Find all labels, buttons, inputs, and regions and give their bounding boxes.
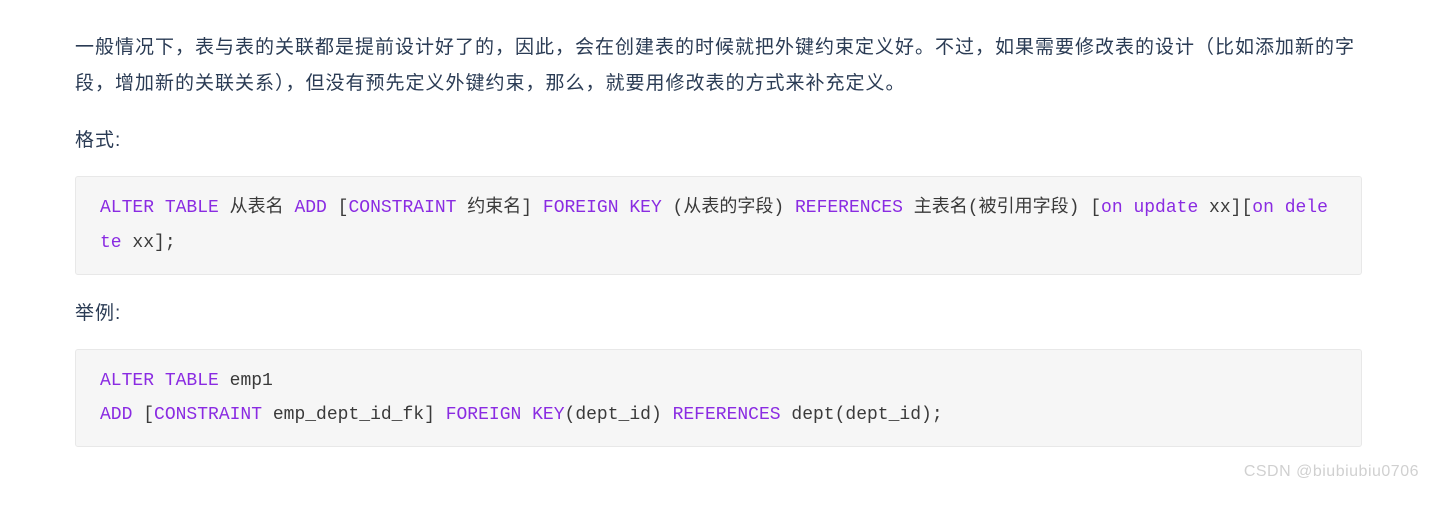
example-label: 举例:: [75, 297, 1362, 331]
format-label: 格式:: [75, 124, 1362, 158]
watermark-text: CSDN @biubiubiu0706: [1244, 463, 1419, 481]
intro-paragraph: 一般情况下，表与表的关联都是提前设计好了的，因此，会在创建表的时候就把外键约束定…: [75, 30, 1362, 102]
code-block-example: ALTER TABLE emp1 ADD [CONSTRAINT emp_dep…: [75, 349, 1362, 447]
code-block-format: ALTER TABLE 从表名 ADD [CONSTRAINT 约束名] FOR…: [75, 176, 1362, 274]
